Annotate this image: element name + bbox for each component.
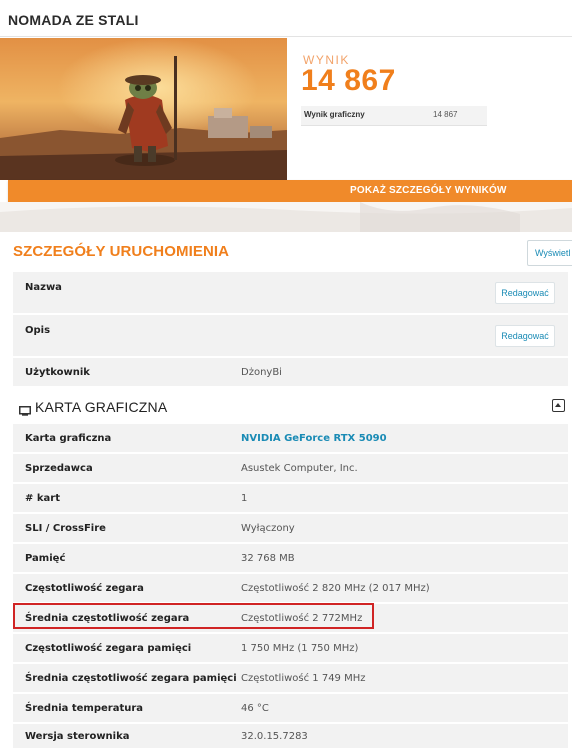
gpu-row-value: 32 768 MB — [241, 553, 295, 564]
details-row-description: Opis Redagować — [13, 315, 568, 358]
gpu-row-temperature: Średnia temperatura 46 °C — [13, 694, 568, 724]
show-result-details-button[interactable]: POKAŻ SZCZEGÓŁY WYNIKÓW — [8, 180, 572, 202]
gpu-row-count: # kart 1 — [13, 484, 568, 514]
gpu-row-avg-memory-clock: Średnia częstotliwość zegara pamięci Czę… — [13, 664, 568, 694]
graphics-card-section-title: KARTA GRAFICZNA — [35, 399, 168, 415]
gpu-row-key: SLI / CrossFire — [25, 523, 106, 534]
gpu-row-driver: Wersja sterownika 32.0.15.7283 — [13, 724, 568, 750]
gpu-row-key: Średnia temperatura — [25, 703, 144, 714]
details-row-key: Opis — [25, 325, 51, 336]
details-row-name: Nazwa Redagować — [13, 272, 568, 315]
details-row-key: Nazwa — [25, 282, 62, 293]
gpu-row-value: Częstotliwość 2 820 MHz (2 017 MHz) — [241, 583, 430, 594]
show-button[interactable]: Wyświetl — [527, 240, 572, 266]
gpu-row-key: Karta graficzna — [25, 433, 112, 444]
gpu-row-vendor: Sprzedawca Asustek Computer, Inc. — [13, 454, 568, 484]
collapse-section-icon[interactable] — [552, 399, 565, 412]
graphics-score-row: Wynik graficzny 14 867 — [301, 106, 487, 126]
gpu-row-key: # kart — [25, 493, 60, 504]
background-texture — [0, 202, 572, 232]
edit-name-button[interactable]: Redagować — [495, 282, 555, 304]
gpu-row-key: Sprzedawca — [25, 463, 93, 474]
gpu-row-memory-clock: Częstotliwość zegara pamięci 1 750 MHz (… — [13, 634, 568, 664]
score-panel: WYNIK 14 867 Wynik graficzny 14 867 — [287, 38, 572, 180]
gpu-row-card: Karta graficzna NVIDIA GeForce RTX 5090 — [13, 424, 568, 454]
gpu-row-key: Wersja sterownika — [25, 731, 130, 742]
score-value: 14 867 — [301, 64, 396, 97]
details-row-user: Użytkownik DżonyBi — [13, 358, 568, 388]
gpu-row-value: Wyłączony — [241, 523, 295, 534]
details-row-value: DżonyBi — [241, 367, 282, 378]
highlight-box — [13, 603, 374, 629]
show-result-details-label: POKAŻ SZCZEGÓŁY WYNIKÓW — [350, 185, 507, 196]
edit-description-button[interactable]: Redagować — [495, 325, 555, 347]
gpu-row-key: Pamięć — [25, 553, 66, 564]
gpu-row-value: 1 750 MHz (1 750 MHz) — [241, 643, 359, 654]
graphics-score-value: 14 867 — [433, 110, 458, 119]
gpu-row-value: Asustek Computer, Inc. — [241, 463, 358, 474]
gpu-row-value: 32.0.15.7283 — [241, 731, 308, 742]
details-row-key: Użytkownik — [25, 367, 90, 378]
gpu-row-value: 1 — [241, 493, 248, 504]
gpu-row-sli: SLI / CrossFire Wyłączony — [13, 514, 568, 544]
benchmark-hero-image — [0, 38, 287, 180]
gpu-row-memory: Pamięć 32 768 MB — [13, 544, 568, 574]
benchmark-title: NOMADA ZE STALI — [8, 12, 139, 28]
graphics-card-section-header: KARTA GRAFICZNA — [13, 392, 568, 422]
run-details-title: SZCZEGÓŁY URUCHOMIENIA — [13, 243, 230, 260]
gpu-row-key: Częstotliwość zegara pamięci — [25, 643, 192, 654]
gpu-row-key: Częstotliwość zegara — [25, 583, 144, 594]
gpu-row-value: 46 °C — [241, 703, 269, 714]
benchmark-card: NOMADA ZE STALI WYNIK 14 867 Wynik grafi… — [0, 0, 572, 200]
gpu-row-clock: Częstotliwość zegara Częstotliwość 2 820… — [13, 574, 568, 604]
gpu-row-key: Średnia częstotliwość zegara pamięci — [25, 673, 237, 684]
gpu-row-value: Częstotliwość 1 749 MHz — [241, 673, 366, 684]
monitor-icon — [19, 401, 31, 420]
gpu-model-link[interactable]: NVIDIA GeForce RTX 5090 — [241, 433, 387, 444]
divider — [0, 36, 572, 37]
graphics-score-label: Wynik graficzny — [304, 110, 365, 119]
